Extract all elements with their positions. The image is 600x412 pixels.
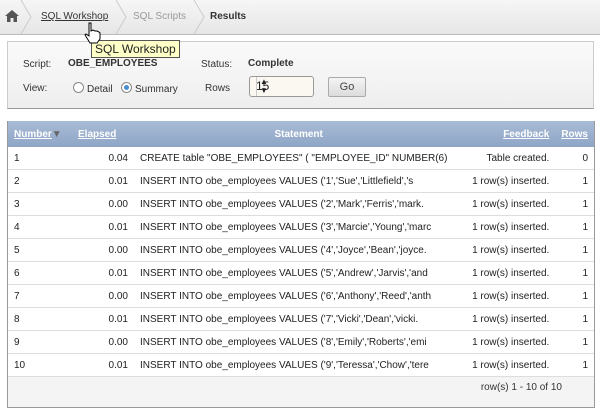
row-rows: 1 (555, 307, 594, 331)
row-feedback: Table created. (463, 147, 556, 170)
row-elapsed: 0.00 (72, 330, 134, 354)
row-feedback: 1 row(s) inserted. (463, 353, 556, 377)
updown-arrows-icon: ▲ ▼ (256, 77, 271, 96)
statement-header: Statement (274, 128, 323, 140)
tooltip: SQL Workshop (91, 40, 180, 58)
table-row: 2 0.01 INSERT INTO obe_employees VALUES ('… (8, 169, 594, 193)
row-feedback: 1 row(s) inserted. (463, 169, 556, 193)
status-value: Complete (248, 58, 294, 69)
row-rows: 0 (555, 147, 594, 170)
row-elapsed: 0.00 (72, 192, 134, 216)
script-label: Script: (23, 59, 52, 70)
row-rows: 1 (555, 284, 594, 308)
breadcrumb-results: Results (210, 11, 247, 22)
rows-label: Rows (205, 83, 231, 94)
rows-select[interactable]: 15 ▲ ▼ (249, 76, 314, 97)
table-row: 9 0.00 INSERT INTO obe_employees VALUES ('… (8, 330, 594, 354)
results-table: Number▼ Elapsed Statement Feedback Rows … (7, 121, 595, 408)
row-feedback: 1 row(s) inserted. (463, 261, 556, 285)
row-number: 6 (8, 261, 72, 285)
row-feedback: 1 row(s) inserted. (463, 307, 556, 331)
row-elapsed: 0.04 (72, 147, 134, 170)
view-label: View: (23, 83, 48, 94)
row-feedback: 1 row(s) inserted. (463, 330, 556, 354)
table-row: 3 0.00 INSERT INTO obe_employees VALUES ('… (8, 192, 594, 216)
row-statement: INSERT INTO obe_employees VALUES ('7','V… (134, 307, 464, 331)
row-statement: INSERT INTO obe_employees VALUES ('9','T… (134, 353, 464, 377)
row-rows: 1 (555, 238, 594, 262)
table-row: 6 0.01 INSERT INTO obe_employees VALUES ('… (8, 261, 594, 285)
sort-desc-icon: ▼ (51, 128, 62, 140)
row-statement: INSERT INTO obe_employees VALUES ('5','A… (134, 261, 464, 285)
sort-number-header[interactable]: Number (14, 129, 52, 140)
row-elapsed: 0.01 (72, 169, 134, 193)
row-elapsed: 0.01 (72, 307, 134, 331)
row-number: 3 (8, 192, 72, 216)
table-row: 5 0.00 INSERT INTO obe_employees VALUES ('… (8, 238, 594, 262)
row-statement: CREATE table "OBE_EMPLOYEES" ( "EMPLOYEE… (134, 147, 464, 170)
row-number: 2 (8, 169, 72, 193)
row-elapsed: 0.01 (72, 215, 134, 239)
row-elapsed: 0.01 (72, 353, 134, 377)
row-number: 7 (8, 284, 72, 308)
row-elapsed: 0.01 (72, 261, 134, 285)
row-elapsed: 0.00 (72, 284, 134, 308)
row-feedback: 1 row(s) inserted. (463, 238, 556, 262)
breadcrumb-sql-workshop[interactable]: SQL Workshop (41, 11, 108, 22)
row-feedback: 1 row(s) inserted. (463, 192, 556, 216)
row-rows: 1 (555, 169, 594, 193)
view-detail-radio[interactable]: Detail (73, 82, 113, 95)
row-number: 1 (8, 147, 72, 170)
table-row: 8 0.01 INSERT INTO obe_employees VALUES ('… (8, 307, 594, 331)
table-row: 7 0.00 INSERT INTO obe_employees VALUES ('… (8, 284, 594, 308)
row-number: 9 (8, 330, 72, 354)
row-number: 4 (8, 215, 72, 239)
row-number: 8 (8, 307, 72, 331)
row-rows: 1 (555, 215, 594, 239)
script-value: OBE_EMPLOYEES (68, 58, 158, 69)
row-feedback: 1 row(s) inserted. (463, 215, 556, 239)
row-statement: INSERT INTO obe_employees VALUES ('2','M… (134, 192, 464, 216)
sort-feedback-header[interactable]: Feedback (503, 129, 549, 140)
table-row: 4 0.01 INSERT INTO obe_employees VALUES ('… (8, 215, 594, 239)
table-row: 10 0.01 INSERT INTO obe_employees VALUES (… (8, 353, 594, 377)
pagination-text: row(s) 1 - 10 of 10 (480, 382, 562, 393)
row-feedback: 1 row(s) inserted. (463, 284, 556, 308)
status-label: Status: (201, 59, 233, 70)
row-number: 10 (8, 353, 72, 377)
view-summary-radio[interactable]: Summary (121, 82, 178, 95)
table-row: 1 0.04 CREATE table "OBE_EMPLOYEES" ( "EMP… (8, 147, 594, 170)
row-rows: 1 (555, 353, 594, 377)
row-statement: INSERT INTO obe_employees VALUES ('3','M… (134, 215, 464, 239)
row-statement: INSERT INTO obe_employees VALUES ('1','S… (134, 169, 464, 193)
row-statement: INSERT INTO obe_employees VALUES ('6','A… (134, 284, 464, 308)
home-icon[interactable] (5, 10, 19, 22)
row-elapsed: 0.00 (72, 238, 134, 262)
row-rows: 1 (555, 261, 594, 285)
row-number: 5 (8, 238, 72, 262)
go-button[interactable]: Go (328, 77, 366, 97)
row-statement: INSERT INTO obe_employees VALUES ('4','J… (134, 238, 464, 262)
row-statement: INSERT INTO obe_employees VALUES ('8','E… (134, 330, 464, 354)
hand-cursor-icon (84, 22, 101, 44)
sort-elapsed-header[interactable]: Elapsed (78, 129, 116, 140)
row-rows: 1 (555, 330, 594, 354)
breadcrumb-sql-scripts[interactable]: SQL Scripts (133, 11, 186, 22)
row-rows: 1 (555, 192, 594, 216)
sort-rows-header[interactable]: Rows (561, 129, 588, 140)
